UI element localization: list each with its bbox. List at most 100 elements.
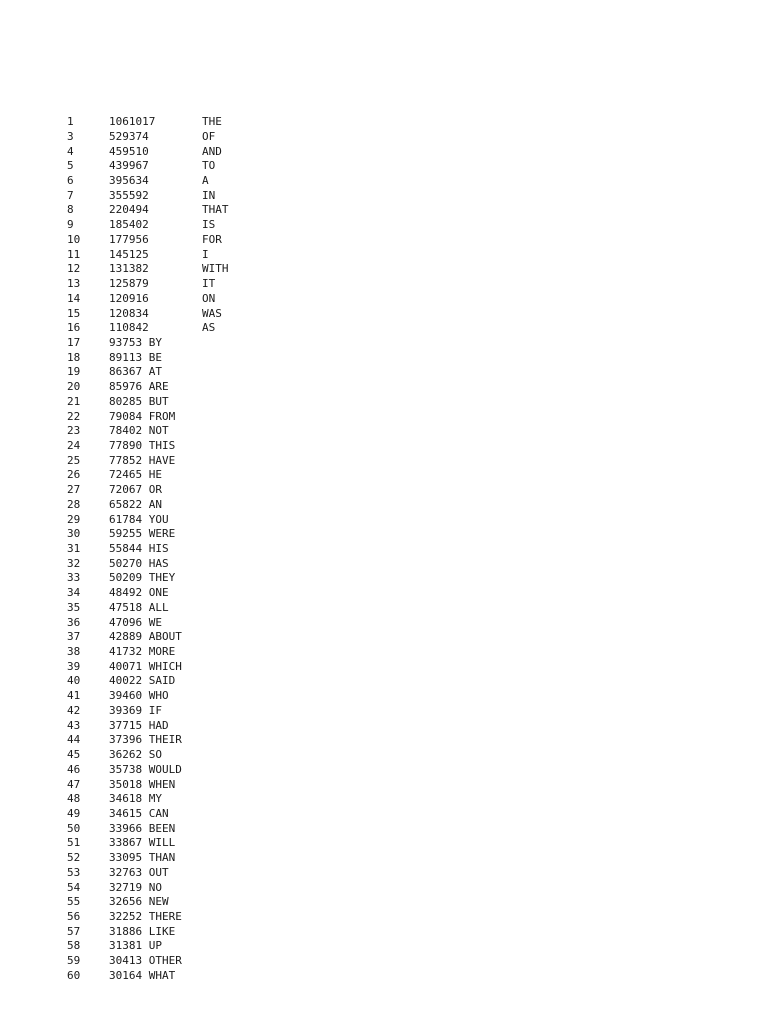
word-cell: THE <box>202 115 222 129</box>
rank-cell: 3 <box>67 129 74 143</box>
word-cell: WHO <box>148 689 169 703</box>
frequency-row: 21 80285 BUT <box>67 395 707 410</box>
word-cell: OTHER <box>148 954 182 968</box>
rank-cell: 53 <box>67 865 81 879</box>
frequency-row: 14 120916 ON <box>67 292 707 307</box>
frequency-row: 46 35738 WOULD <box>67 763 707 778</box>
frequency-row: 40 40022 SAID <box>67 674 707 689</box>
frequency-cell: 86367 <box>109 365 143 379</box>
word-cell: BE <box>148 350 162 364</box>
word-cell: MY <box>148 792 162 806</box>
rank-cell: 51 <box>67 836 81 850</box>
rank-cell: 54 <box>67 880 81 894</box>
word-cell: WAS <box>202 306 222 320</box>
frequency-cell: 41732 <box>109 645 143 659</box>
frequency-cell: 34615 <box>109 806 143 820</box>
rank-cell: 57 <box>67 924 81 938</box>
frequency-row: 5 439967 TO <box>67 159 707 174</box>
word-cell: HAS <box>148 556 169 570</box>
frequency-cell: 31886 <box>109 924 143 938</box>
frequency-row: 25 77852 HAVE <box>67 454 707 469</box>
rank-cell: 26 <box>67 468 81 482</box>
frequency-row: 34 48492 ONE <box>67 586 707 601</box>
frequency-row: 26 72465 HE <box>67 468 707 483</box>
frequency-row: 15 120834 WAS <box>67 307 707 322</box>
frequency-cell: 80285 <box>109 394 143 408</box>
frequency-row: 24 77890 THIS <box>67 439 707 454</box>
frequency-row: 27 72067 OR <box>67 483 707 498</box>
word-cell: WERE <box>148 527 176 541</box>
frequency-cell: 48492 <box>109 586 143 600</box>
rank-cell: 19 <box>67 365 81 379</box>
frequency-row: 56 32252 THERE <box>67 910 707 925</box>
word-cell: A <box>202 174 209 188</box>
rank-cell: 12 <box>67 262 81 276</box>
frequency-row: 1 1061017 THE <box>67 115 707 130</box>
rank-cell: 13 <box>67 277 81 291</box>
rank-cell: 58 <box>67 939 81 953</box>
frequency-cell: 30164 <box>109 968 143 982</box>
rank-cell: 9 <box>67 218 74 232</box>
word-cell: BUT <box>148 394 169 408</box>
rank-cell: 50 <box>67 821 81 835</box>
rank-cell: 35 <box>67 600 81 614</box>
frequency-cell: 35018 <box>109 777 143 791</box>
frequency-cell: 32763 <box>109 865 143 879</box>
frequency-cell: 47096 <box>109 615 143 629</box>
frequency-cell: 36262 <box>109 748 143 762</box>
word-cell: ONE <box>148 586 169 600</box>
word-cell: WHICH <box>148 659 182 673</box>
word-cell: SAID <box>148 674 176 688</box>
word-cell: ABOUT <box>148 630 182 644</box>
frequency-cell: 65822 <box>109 497 143 511</box>
word-cell: ALL <box>148 600 169 614</box>
frequency-cell: 33966 <box>109 821 143 835</box>
word-cell: HAD <box>148 718 169 732</box>
word-cell: ARE <box>148 380 169 394</box>
frequency-cell: 47518 <box>109 600 143 614</box>
rank-cell: 40 <box>67 674 81 688</box>
frequency-cell: 33867 <box>109 836 143 850</box>
frequency-cell: 42889 <box>109 630 143 644</box>
rank-cell: 11 <box>67 247 81 261</box>
rank-cell: 24 <box>67 438 81 452</box>
word-cell: BY <box>148 335 162 349</box>
frequency-cell: 39460 <box>109 689 143 703</box>
rank-cell: 44 <box>67 733 81 747</box>
word-cell: IF <box>148 703 162 717</box>
rank-cell: 49 <box>67 806 81 820</box>
frequency-cell: 1061017 <box>109 115 156 129</box>
word-cell: ON <box>202 291 216 305</box>
frequency-cell: 131382 <box>109 262 149 276</box>
frequency-row: 47 35018 WHEN <box>67 778 707 793</box>
frequency-row: 55 32656 NEW <box>67 895 707 910</box>
frequency-row: 33 50209 THEY <box>67 571 707 586</box>
frequency-cell: 77890 <box>109 438 143 452</box>
frequency-cell: 59255 <box>109 527 143 541</box>
word-cell: HIS <box>148 542 169 555</box>
frequency-row: 23 78402 NOT <box>67 424 707 439</box>
rank-cell: 36 <box>67 615 81 629</box>
frequency-row: 54 32719 NO <box>67 881 707 896</box>
frequency-cell: 177956 <box>109 232 149 246</box>
word-cell: FOR <box>202 232 222 246</box>
rank-cell: 14 <box>67 291 81 305</box>
rank-cell: 45 <box>67 748 81 762</box>
rank-cell: 33 <box>67 571 81 585</box>
frequency-cell: 185402 <box>109 218 149 232</box>
rank-cell: 1 <box>67 115 74 129</box>
frequency-cell: 72067 <box>109 483 143 497</box>
rank-cell: 5 <box>67 159 74 173</box>
rank-cell: 38 <box>67 645 81 659</box>
frequency-row: 10 177956 FOR <box>67 233 707 248</box>
word-cell: SO <box>148 748 162 762</box>
rank-cell: 25 <box>67 453 81 467</box>
rank-cell: 23 <box>67 424 81 438</box>
frequency-cell: 220494 <box>109 203 149 217</box>
frequency-cell: 120916 <box>109 291 149 305</box>
frequency-row: 29 61784 YOU <box>67 513 707 528</box>
rank-cell: 34 <box>67 586 81 600</box>
frequency-cell: 37715 <box>109 718 143 732</box>
frequency-cell: 79084 <box>109 409 143 423</box>
rank-cell: 6 <box>67 174 74 188</box>
